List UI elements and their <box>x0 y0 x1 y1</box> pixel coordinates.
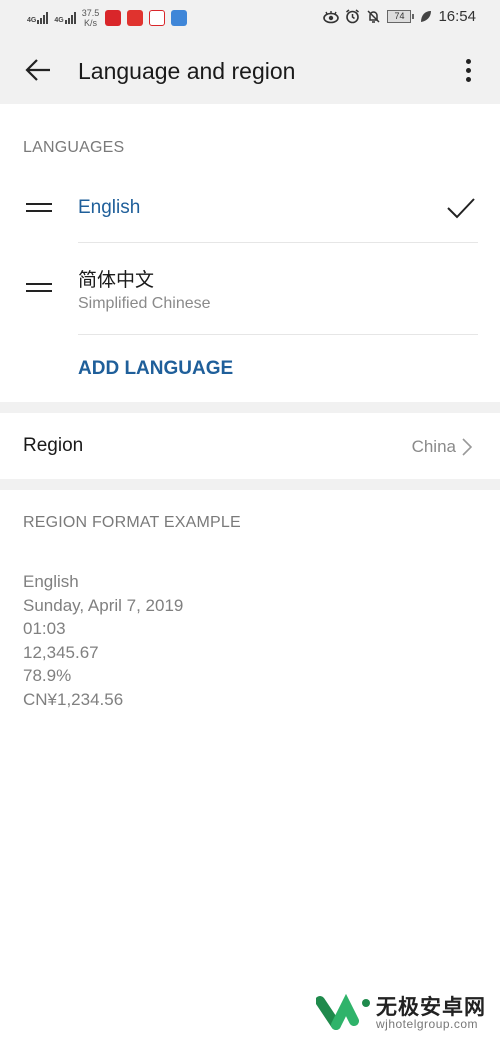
region-value: China <box>411 437 456 456</box>
back-button[interactable] <box>24 56 52 84</box>
status-time: 16:54 <box>438 8 476 25</box>
page-title: Language and region <box>78 58 296 84</box>
add-language-button[interactable]: ADD LANGUAGE <box>78 358 233 380</box>
region-format-example: English Sunday, April 7, 2019 01:03 12,3… <box>23 570 183 712</box>
battery-icon: 74 <box>387 10 415 23</box>
watermark: 无极安卓网 wjhotelgroup.com <box>315 991 496 1031</box>
check-icon <box>447 198 475 219</box>
format-percent: 78.9% <box>23 666 72 686</box>
watermark-url: wjhotelgroup.com <box>376 1017 479 1031</box>
language-label: English <box>78 197 141 218</box>
status-left: 4G 4G 37.5 K/s <box>27 8 188 28</box>
speed-value: 37.5 <box>81 8 100 18</box>
format-currency: CN¥1,234.56 <box>23 689 124 709</box>
languages-header: LANGUAGES <box>23 139 125 156</box>
more-options-button[interactable] <box>458 56 478 86</box>
watermark-logo-icon <box>315 993 370 1030</box>
format-language: English <box>23 572 79 591</box>
network-type-2: 4G <box>54 17 64 24</box>
region-setting-row[interactable]: Region China <box>0 413 500 479</box>
app-bar: Language and region <box>0 38 500 104</box>
app-notification-icon <box>149 10 166 26</box>
drag-handle-icon[interactable] <box>26 283 52 293</box>
alarm-icon <box>346 9 360 24</box>
chevron-right-icon <box>462 438 472 456</box>
divider <box>78 242 478 243</box>
section-separator <box>0 479 500 490</box>
speed-unit: K/s <box>83 18 97 28</box>
network-type-1: 4G <box>27 17 37 24</box>
app-notification-icon <box>171 10 188 26</box>
drag-handle-icon[interactable] <box>26 203 52 213</box>
leaf-icon <box>421 11 432 22</box>
region-format-header: REGION FORMAT EXAMPLE <box>23 514 241 531</box>
app-notification-icon <box>105 10 122 26</box>
language-label: 简体中文 <box>78 270 155 291</box>
status-right: 74 16:54 <box>323 8 476 25</box>
language-subtitle: Simplified Chinese <box>78 295 211 312</box>
signal-2: 4G <box>54 12 76 24</box>
signal-bars-icon <box>37 12 49 24</box>
format-time: 01:03 <box>23 619 66 639</box>
app-notification-icon <box>127 10 144 26</box>
format-date: Sunday, April 7, 2019 <box>23 595 184 615</box>
signal-bars-icon <box>64 12 76 24</box>
network-speed: 37.5 K/s <box>82 8 100 28</box>
status-bar: 4G 4G 37.5 K/s 74 16:54 <box>0 0 500 38</box>
divider <box>78 334 478 335</box>
eye-comfort-icon <box>323 10 340 23</box>
section-separator <box>0 402 500 413</box>
region-label: Region <box>23 435 84 456</box>
format-number: 12,345.67 <box>23 642 99 662</box>
mute-icon <box>367 10 380 23</box>
signal-1: 4G <box>27 12 49 24</box>
